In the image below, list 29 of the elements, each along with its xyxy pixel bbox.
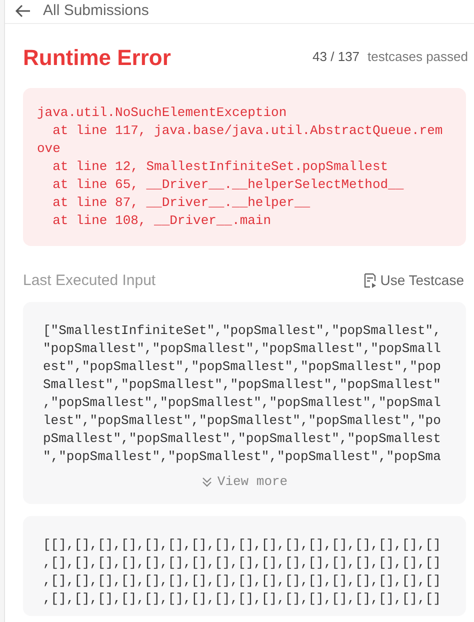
document-icon xyxy=(363,273,378,288)
error-line: at line 12, SmallestInfiniteSet.popSmallest xyxy=(52,158,390,176)
input-line: ,[],[],[],[],[],[],[],[],[],[],[],[],[],[],[],[],[] xyxy=(43,554,442,572)
back-link[interactable]: All Submissions xyxy=(43,0,149,22)
view-more-button[interactable]: View more xyxy=(201,472,288,492)
back-arrow-icon[interactable] xyxy=(15,4,31,18)
section-title: Last Executed Input xyxy=(23,270,156,290)
error-line: ove xyxy=(37,140,62,158)
status-title: Runtime Error xyxy=(23,44,171,72)
error-line: java.util.NoSuchElementException xyxy=(37,104,288,122)
error-line: at line 108, __Driver__.main xyxy=(52,212,272,230)
error-line: at line 65, __Driver__.__helperSelectMethod__ xyxy=(52,176,405,194)
passed-label: testcases passed xyxy=(368,48,468,66)
input-line: ,[],[],[],[],[],[],[],[],[],[],[],[],[],[],[],[],[] xyxy=(43,590,442,608)
input-line: ","popSmallest","popSmallest","popSmallest","popSma xyxy=(43,448,442,466)
input-line: [[],[],[],[],[],[],[],[],[],[],[],[],[],[],[],[],[] xyxy=(43,536,442,554)
passed-count: 43 / 137 xyxy=(312,48,360,66)
input-line: lest","popSmallest","popSmallest","popSmallest","po xyxy=(43,412,442,430)
input-line: "popSmallest","popSmallest","popSmallest","popSmall xyxy=(43,340,442,358)
input-line: est","popSmallest","popSmallest","popSmallest","pop xyxy=(43,358,442,376)
error-line: at line 117, java.base/java.util.AbstractQueue.rem xyxy=(52,122,444,140)
use-testcase-button[interactable]: Use Testcase xyxy=(363,270,464,292)
input-line: ,[],[],[],[],[],[],[],[],[],[],[],[],[],[],[],[],[] xyxy=(43,572,442,590)
double-chevron-icon xyxy=(201,476,214,488)
input-line: pSmallest","popSmallest","popSmallest","popSmallest xyxy=(43,430,442,448)
input-line: ["SmallestInfiniteSet","popSmallest","popSmallest", xyxy=(43,322,442,340)
input-line: ,"popSmallest","popSmallest","popSmallest","popSmal xyxy=(43,394,442,412)
input-line: Smallest","popSmallest","popSmallest","popSmallest" xyxy=(43,376,442,394)
error-line: at line 87, __Driver__.__helper__ xyxy=(52,194,312,212)
